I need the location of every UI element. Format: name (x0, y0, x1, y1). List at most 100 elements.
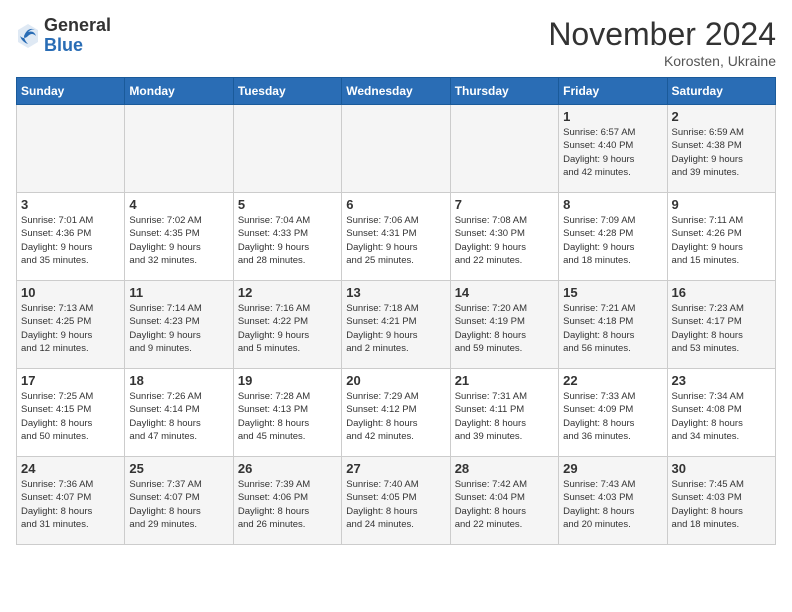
day-info: Sunrise: 7:28 AMSunset: 4:13 PMDaylight:… (238, 390, 337, 443)
day-number: 8 (563, 197, 662, 212)
week-row-2: 3 Sunrise: 7:01 AMSunset: 4:36 PMDaylight… (17, 193, 776, 281)
calendar-cell: 20 Sunrise: 7:29 AMSunset: 4:12 PMDayligh… (342, 369, 450, 457)
day-number: 26 (238, 461, 337, 476)
title-area: November 2024 Korosten, Ukraine (548, 16, 776, 69)
calendar-cell (233, 105, 341, 193)
day-number: 10 (21, 285, 120, 300)
day-info: Sunrise: 7:37 AMSunset: 4:07 PMDaylight:… (129, 478, 228, 531)
day-number: 14 (455, 285, 554, 300)
day-info: Sunrise: 7:39 AMSunset: 4:06 PMDaylight:… (238, 478, 337, 531)
day-number: 22 (563, 373, 662, 388)
day-info: Sunrise: 7:08 AMSunset: 4:30 PMDaylight:… (455, 214, 554, 267)
day-number: 7 (455, 197, 554, 212)
day-number: 11 (129, 285, 228, 300)
week-row-1: 1 Sunrise: 6:57 AMSunset: 4:40 PMDaylight… (17, 105, 776, 193)
calendar-cell: 23 Sunrise: 7:34 AMSunset: 4:08 PMDayligh… (667, 369, 775, 457)
calendar-cell (125, 105, 233, 193)
day-info: Sunrise: 7:16 AMSunset: 4:22 PMDaylight:… (238, 302, 337, 355)
week-row-4: 17Sunrise: 7:25 AMSunset: 4:15 PMDayligh… (17, 369, 776, 457)
day-info: Sunrise: 7:01 AMSunset: 4:36 PMDaylight:… (21, 214, 120, 267)
calendar-cell (342, 105, 450, 193)
logo-icon (16, 22, 40, 50)
day-info: Sunrise: 6:57 AMSunset: 4:40 PMDaylight:… (563, 126, 662, 179)
day-info: Sunrise: 7:21 AMSunset: 4:18 PMDaylight:… (563, 302, 662, 355)
day-number: 29 (563, 461, 662, 476)
calendar-cell: 1 Sunrise: 6:57 AMSunset: 4:40 PMDaylight… (559, 105, 667, 193)
calendar-cell: 15 Sunrise: 7:21 AMSunset: 4:18 PMDayligh… (559, 281, 667, 369)
day-info: Sunrise: 7:04 AMSunset: 4:33 PMDaylight:… (238, 214, 337, 267)
day-number: 21 (455, 373, 554, 388)
day-info: Sunrise: 7:33 AMSunset: 4:09 PMDaylight:… (563, 390, 662, 443)
day-number: 5 (238, 197, 337, 212)
week-row-3: 10 Sunrise: 7:13 AMSunset: 4:25 PMDayligh… (17, 281, 776, 369)
logo-text: General Blue (44, 16, 111, 56)
day-number: 13 (346, 285, 445, 300)
location: Korosten, Ukraine (548, 53, 776, 69)
header-wednesday: Wednesday (342, 78, 450, 105)
day-info: Sunrise: 7:09 AMSunset: 4:28 PMDaylight:… (563, 214, 662, 267)
day-info: Sunrise: 7:23 AMSunset: 4:17 PMDaylight:… (672, 302, 771, 355)
day-info: Sunrise: 7:42 AMSunset: 4:04 PMDaylight:… (455, 478, 554, 531)
header-monday: Monday (125, 78, 233, 105)
calendar-header-row: SundayMondayTuesdayWednesdayThursdayFrid… (17, 78, 776, 105)
calendar-cell: 5 Sunrise: 7:04 AMSunset: 4:33 PMDaylight… (233, 193, 341, 281)
day-info: Sunrise: 7:02 AMSunset: 4:35 PMDaylight:… (129, 214, 228, 267)
day-number: 12 (238, 285, 337, 300)
logo-blue: Blue (44, 36, 111, 56)
calendar-cell: 4Sunrise: 7:02 AMSunset: 4:35 PMDaylight… (125, 193, 233, 281)
header-tuesday: Tuesday (233, 78, 341, 105)
calendar-cell: 22 Sunrise: 7:33 AMSunset: 4:09 PMDayligh… (559, 369, 667, 457)
month-title: November 2024 (548, 16, 776, 53)
calendar-cell: 12 Sunrise: 7:16 AMSunset: 4:22 PMDayligh… (233, 281, 341, 369)
day-info: Sunrise: 7:13 AMSunset: 4:25 PMDaylight:… (21, 302, 120, 355)
week-row-5: 24Sunrise: 7:36 AMSunset: 4:07 PMDayligh… (17, 457, 776, 545)
day-info: Sunrise: 7:43 AMSunset: 4:03 PMDaylight:… (563, 478, 662, 531)
day-info: Sunrise: 6:59 AMSunset: 4:38 PMDaylight:… (672, 126, 771, 179)
calendar-cell (17, 105, 125, 193)
day-info: Sunrise: 7:26 AMSunset: 4:14 PMDaylight:… (129, 390, 228, 443)
day-number: 28 (455, 461, 554, 476)
day-info: Sunrise: 7:31 AMSunset: 4:11 PMDaylight:… (455, 390, 554, 443)
calendar-cell: 2Sunrise: 6:59 AMSunset: 4:38 PMDaylight… (667, 105, 775, 193)
calendar-cell: 28 Sunrise: 7:42 AMSunset: 4:04 PMDayligh… (450, 457, 558, 545)
calendar-cell: 29 Sunrise: 7:43 AMSunset: 4:03 PMDayligh… (559, 457, 667, 545)
day-info: Sunrise: 7:45 AMSunset: 4:03 PMDaylight:… (672, 478, 771, 531)
header-friday: Friday (559, 78, 667, 105)
calendar-cell: 27Sunrise: 7:40 AMSunset: 4:05 PMDayligh… (342, 457, 450, 545)
day-info: Sunrise: 7:34 AMSunset: 4:08 PMDaylight:… (672, 390, 771, 443)
day-number: 18 (129, 373, 228, 388)
day-info: Sunrise: 7:40 AMSunset: 4:05 PMDaylight:… (346, 478, 445, 531)
calendar-cell: 19 Sunrise: 7:28 AMSunset: 4:13 PMDayligh… (233, 369, 341, 457)
day-info: Sunrise: 7:29 AMSunset: 4:12 PMDaylight:… (346, 390, 445, 443)
calendar-cell: 10 Sunrise: 7:13 AMSunset: 4:25 PMDayligh… (17, 281, 125, 369)
day-number: 3 (21, 197, 120, 212)
day-info: Sunrise: 7:11 AMSunset: 4:26 PMDaylight:… (672, 214, 771, 267)
day-info: Sunrise: 7:25 AMSunset: 4:15 PMDaylight:… (21, 390, 120, 443)
calendar-cell: 9Sunrise: 7:11 AMSunset: 4:26 PMDaylight… (667, 193, 775, 281)
calendar-cell: 8 Sunrise: 7:09 AMSunset: 4:28 PMDaylight… (559, 193, 667, 281)
day-number: 19 (238, 373, 337, 388)
calendar-cell: 13 Sunrise: 7:18 AMSunset: 4:21 PMDayligh… (342, 281, 450, 369)
day-number: 6 (346, 197, 445, 212)
calendar-cell: 11Sunrise: 7:14 AMSunset: 4:23 PMDayligh… (125, 281, 233, 369)
calendar-cell: 26 Sunrise: 7:39 AMSunset: 4:06 PMDayligh… (233, 457, 341, 545)
day-info: Sunrise: 7:06 AMSunset: 4:31 PMDaylight:… (346, 214, 445, 267)
calendar-cell: 30Sunrise: 7:45 AMSunset: 4:03 PMDayligh… (667, 457, 775, 545)
calendar-table: SundayMondayTuesdayWednesdayThursdayFrid… (16, 77, 776, 545)
logo: General Blue (16, 16, 111, 56)
calendar-cell: 14 Sunrise: 7:20 AMSunset: 4:19 PMDayligh… (450, 281, 558, 369)
calendar-cell: 16Sunrise: 7:23 AMSunset: 4:17 PMDayligh… (667, 281, 775, 369)
calendar-cell: 25Sunrise: 7:37 AMSunset: 4:07 PMDayligh… (125, 457, 233, 545)
header-thursday: Thursday (450, 78, 558, 105)
header-saturday: Saturday (667, 78, 775, 105)
header-sunday: Sunday (17, 78, 125, 105)
day-number: 24 (21, 461, 120, 476)
calendar-cell: 17Sunrise: 7:25 AMSunset: 4:15 PMDayligh… (17, 369, 125, 457)
day-number: 23 (672, 373, 771, 388)
day-number: 15 (563, 285, 662, 300)
day-number: 20 (346, 373, 445, 388)
day-number: 1 (563, 109, 662, 124)
day-info: Sunrise: 7:18 AMSunset: 4:21 PMDaylight:… (346, 302, 445, 355)
calendar-cell: 7 Sunrise: 7:08 AMSunset: 4:30 PMDaylight… (450, 193, 558, 281)
day-info: Sunrise: 7:20 AMSunset: 4:19 PMDaylight:… (455, 302, 554, 355)
